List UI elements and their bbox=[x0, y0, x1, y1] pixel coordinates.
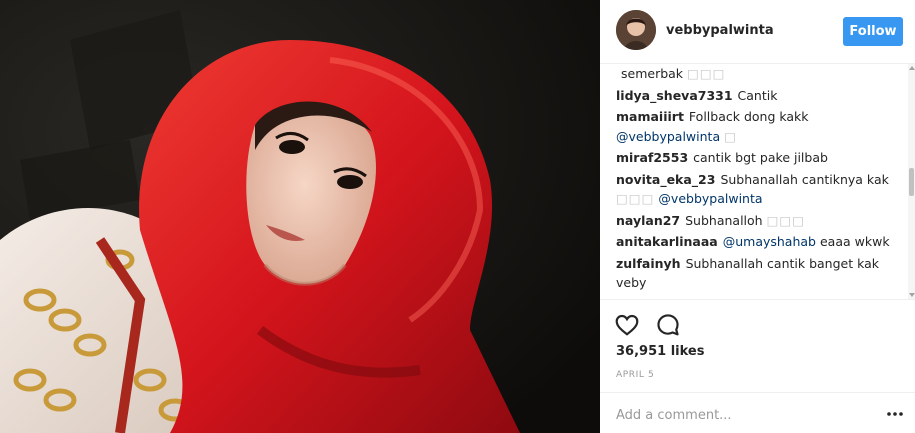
username[interactable]: vebbypalwinta bbox=[666, 23, 774, 38]
comments-scrollbar[interactable] bbox=[908, 64, 915, 299]
more-options-icon[interactable] bbox=[886, 407, 904, 421]
post-side-panel: vebbypalwinta Follow semerbak □□□ lidya_… bbox=[600, 0, 915, 433]
post-header: vebbypalwinta Follow bbox=[600, 0, 915, 64]
comment-mention[interactable]: @vebbypalwinta bbox=[616, 129, 720, 144]
post-image bbox=[0, 0, 600, 433]
comment-text: eaaa wkwk bbox=[819, 234, 890, 249]
comment-text: Follback dong kakk bbox=[688, 109, 809, 124]
scroll-thumb[interactable] bbox=[909, 168, 914, 196]
comment-username[interactable]: lidya_sheva7331 bbox=[616, 88, 733, 103]
likes-count[interactable]: 36,951 likes bbox=[616, 344, 704, 359]
comment-item: novita_eka_23 Subhanallah cantiknya kak □… bbox=[616, 170, 898, 209]
comment-item: naylan27 Subhanalloh □□□ bbox=[616, 211, 898, 231]
comment-item: zulfainyh Subhanallah cantik banget kak v… bbox=[616, 254, 898, 293]
avatar-image bbox=[616, 10, 656, 50]
comment-username[interactable]: miraf2553 bbox=[616, 150, 688, 165]
post-date[interactable]: APRIL 5 bbox=[616, 370, 654, 380]
comment-item: anitakarlinaaa @umayshahab eaaa wkwk bbox=[616, 232, 898, 252]
comments-list[interactable]: semerbak □□□ lidya_sheva7331 Cantik mamai… bbox=[616, 64, 898, 299]
comment-username[interactable]: zulfainyh bbox=[616, 256, 681, 271]
comment-username[interactable]: mamaiiirt bbox=[616, 109, 684, 124]
add-comment-bar bbox=[600, 392, 915, 433]
comment-text: Cantik bbox=[737, 87, 778, 103]
comment-item: lidya_sheva7331 Cantik bbox=[616, 86, 898, 106]
comment-text: Subhanallah cantiknya kak bbox=[720, 171, 889, 187]
comment-text: semerbak bbox=[621, 66, 684, 81]
emoji-glyphs: □□□ bbox=[687, 66, 726, 81]
comment-mention[interactable]: @umayshahab bbox=[723, 234, 816, 249]
scroll-down-arrow-icon[interactable] bbox=[909, 293, 915, 297]
comment-username[interactable]: novita_eka_23 bbox=[616, 172, 715, 187]
action-bar bbox=[600, 299, 915, 347]
comment-username[interactable]: anitakarlinaaa bbox=[616, 234, 718, 249]
comment-item: semerbak □□□ bbox=[616, 64, 898, 84]
avatar[interactable] bbox=[616, 10, 656, 50]
scroll-up-arrow-icon[interactable] bbox=[909, 66, 915, 70]
follow-button[interactable]: Follow bbox=[843, 17, 903, 46]
comment-text: cantik bgt pake jilbab bbox=[693, 150, 828, 165]
emoji-glyphs: □□□ bbox=[616, 191, 655, 206]
speech-bubble-icon[interactable] bbox=[655, 312, 681, 338]
heart-icon[interactable] bbox=[614, 312, 640, 338]
comment-text: Subhanalloh bbox=[685, 212, 763, 228]
comment-item: mamaiiirt Follback dong kakk @vebbypalwin… bbox=[616, 107, 898, 146]
comment-username[interactable]: naylan27 bbox=[616, 213, 680, 228]
emoji-glyphs: □□□ bbox=[766, 212, 806, 228]
emoji-glyphs: □ bbox=[724, 128, 737, 144]
comment-input[interactable] bbox=[616, 405, 866, 425]
comment-item: miraf2553 cantik bgt pake jilbab bbox=[616, 148, 898, 168]
post-photo[interactable] bbox=[0, 0, 600, 433]
comment-mention[interactable]: @vebbypalwinta bbox=[658, 191, 762, 206]
